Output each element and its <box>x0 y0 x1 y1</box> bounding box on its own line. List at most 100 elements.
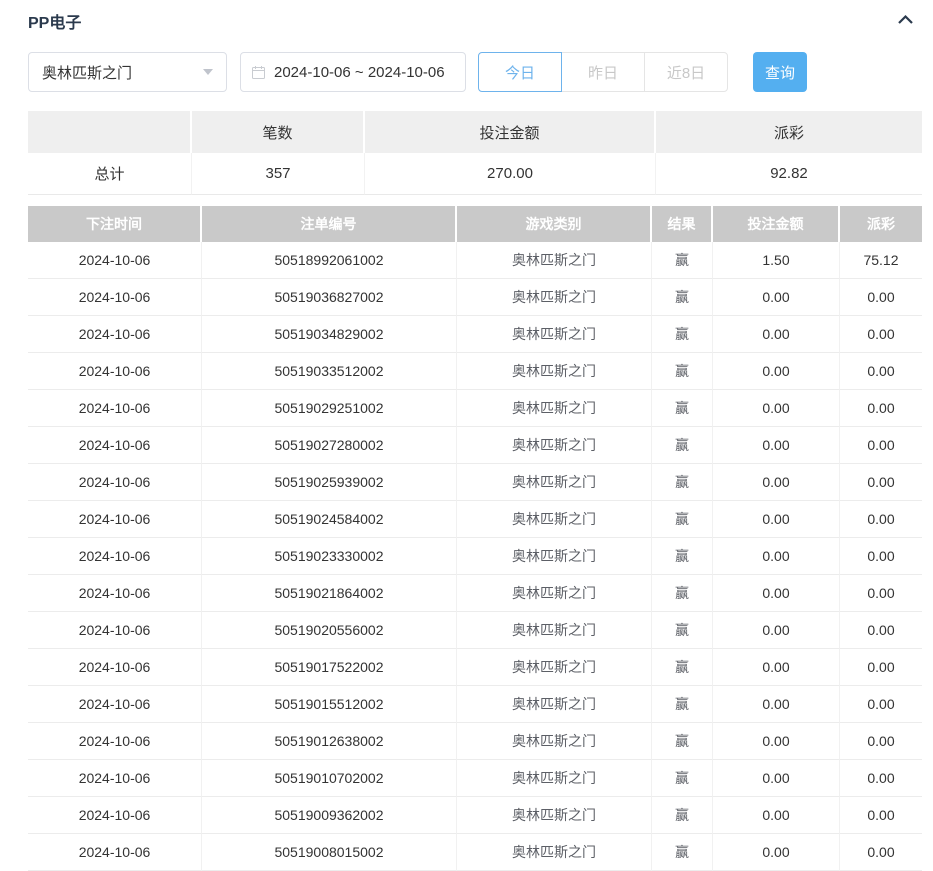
bet-amount-cell: 0.00 <box>713 427 840 464</box>
col-header-result: 结果 <box>652 206 713 242</box>
summary-header-count: 笔数 <box>192 111 365 153</box>
game-type-cell: 奥林匹斯之门 <box>457 760 652 797</box>
pp-games-panel: PP电子 奥林匹斯之门 2024-10-06 ~ 2024-10-06 <box>0 0 933 871</box>
payout-cell: 0.00 <box>840 279 922 316</box>
bet-time-cell: 2024-10-06 <box>28 723 202 760</box>
col-header-order-no: 注单编号 <box>202 206 457 242</box>
bet-amount-cell: 0.00 <box>713 760 840 797</box>
table-row: 2024-10-0650519036827002奥林匹斯之门赢0.000.00 <box>28 279 922 316</box>
bet-amount-cell: 0.00 <box>713 390 840 427</box>
summary-total-payout: 92.82 <box>656 153 922 195</box>
result-cell: 赢 <box>652 242 713 279</box>
game-type-cell: 奥林匹斯之门 <box>457 353 652 390</box>
summary-header-empty <box>28 111 192 153</box>
col-header-payout: 派彩 <box>840 206 922 242</box>
table-row: 2024-10-0650519021864002奥林匹斯之门赢0.000.00 <box>28 575 922 612</box>
game-select-value: 奥林匹斯之门 <box>42 62 132 83</box>
bet-table-header-row: 下注时间 注单编号 游戏类别 结果 投注金额 派彩 <box>28 206 922 242</box>
summary-total-row: 总计 357 270.00 92.82 <box>28 153 922 195</box>
table-row: 2024-10-0650519008015002奥林匹斯之门赢0.000.00 <box>28 834 922 871</box>
result-cell: 赢 <box>652 723 713 760</box>
order-no-cell: 50519023330002 <box>202 538 457 575</box>
bet-amount-cell: 0.00 <box>713 723 840 760</box>
bet-amount-cell: 0.00 <box>713 575 840 612</box>
order-no-cell: 50519010702002 <box>202 760 457 797</box>
table-row: 2024-10-0650519034829002奥林匹斯之门赢0.000.00 <box>28 316 922 353</box>
bet-time-cell: 2024-10-06 <box>28 501 202 538</box>
game-type-cell: 奥林匹斯之门 <box>457 723 652 760</box>
summary-total-bet-amount: 270.00 <box>365 153 656 195</box>
game-type-cell: 奥林匹斯之门 <box>457 686 652 723</box>
game-type-cell: 奥林匹斯之门 <box>457 649 652 686</box>
panel-header: PP电子 <box>28 8 922 34</box>
summary-table: 笔数 投注金额 派彩 总计 357 270.00 92.82 <box>28 111 922 195</box>
order-no-cell: 50519020556002 <box>202 612 457 649</box>
table-row: 2024-10-0650519015512002奥林匹斯之门赢0.000.00 <box>28 686 922 723</box>
payout-cell: 0.00 <box>840 316 922 353</box>
game-type-cell: 奥林匹斯之门 <box>457 390 652 427</box>
order-no-cell: 50519017522002 <box>202 649 457 686</box>
result-cell: 赢 <box>652 834 713 871</box>
bet-time-cell: 2024-10-06 <box>28 242 202 279</box>
game-type-cell: 奥林匹斯之门 <box>457 538 652 575</box>
table-row: 2024-10-0650519012638002奥林匹斯之门赢0.000.00 <box>28 723 922 760</box>
col-header-bet-amount: 投注金额 <box>713 206 840 242</box>
result-cell: 赢 <box>652 649 713 686</box>
bet-time-cell: 2024-10-06 <box>28 390 202 427</box>
table-row: 2024-10-0650519033512002奥林匹斯之门赢0.000.00 <box>28 353 922 390</box>
date-range-input[interactable]: 2024-10-06 ~ 2024-10-06 <box>240 52 466 92</box>
order-no-cell: 50519029251002 <box>202 390 457 427</box>
order-no-cell: 50518992061002 <box>202 242 457 279</box>
summary-total-label: 总计 <box>28 153 192 195</box>
game-select[interactable]: 奥林匹斯之门 <box>28 52 227 92</box>
payout-cell: 0.00 <box>840 464 922 501</box>
bet-records-table: 下注时间 注单编号 游戏类别 结果 投注金额 派彩 2024-10-065051… <box>28 206 922 871</box>
today-button[interactable]: 今日 <box>478 52 562 92</box>
result-cell: 赢 <box>652 797 713 834</box>
result-cell: 赢 <box>652 686 713 723</box>
yesterday-button[interactable]: 昨日 <box>561 52 645 92</box>
last-8-days-button[interactable]: 近8日 <box>644 52 728 92</box>
order-no-cell: 50519021864002 <box>202 575 457 612</box>
payout-cell: 75.12 <box>840 242 922 279</box>
bet-time-cell: 2024-10-06 <box>28 538 202 575</box>
payout-cell: 0.00 <box>840 797 922 834</box>
result-cell: 赢 <box>652 612 713 649</box>
bet-time-cell: 2024-10-06 <box>28 797 202 834</box>
bet-amount-cell: 0.00 <box>713 279 840 316</box>
game-type-cell: 奥林匹斯之门 <box>457 316 652 353</box>
order-no-cell: 50519009362002 <box>202 797 457 834</box>
bet-amount-cell: 0.00 <box>713 797 840 834</box>
payout-cell: 0.00 <box>840 501 922 538</box>
result-cell: 赢 <box>652 464 713 501</box>
summary-header-payout: 派彩 <box>656 111 922 153</box>
result-cell: 赢 <box>652 575 713 612</box>
table-row: 2024-10-0650519023330002奥林匹斯之门赢0.000.00 <box>28 538 922 575</box>
table-row: 2024-10-0650519029251002奥林匹斯之门赢0.000.00 <box>28 390 922 427</box>
table-row: 2024-10-0650519025939002奥林匹斯之门赢0.000.00 <box>28 464 922 501</box>
bet-time-cell: 2024-10-06 <box>28 575 202 612</box>
game-type-cell: 奥林匹斯之门 <box>457 575 652 612</box>
table-row: 2024-10-0650519024584002奥林匹斯之门赢0.000.00 <box>28 501 922 538</box>
game-type-cell: 奥林匹斯之门 <box>457 427 652 464</box>
search-button[interactable]: 查询 <box>753 52 807 92</box>
game-type-cell: 奥林匹斯之门 <box>457 834 652 871</box>
col-header-bet-time: 下注时间 <box>28 206 202 242</box>
bet-time-cell: 2024-10-06 <box>28 760 202 797</box>
bet-amount-cell: 0.00 <box>713 538 840 575</box>
result-cell: 赢 <box>652 501 713 538</box>
page-title: PP电子 <box>28 9 81 33</box>
bet-amount-cell: 0.00 <box>713 501 840 538</box>
collapse-panel-button[interactable] <box>897 12 914 30</box>
bet-time-cell: 2024-10-06 <box>28 686 202 723</box>
table-row: 2024-10-0650518992061002奥林匹斯之门赢1.5075.12 <box>28 242 922 279</box>
bet-amount-cell: 0.00 <box>713 612 840 649</box>
chevron-up-icon <box>897 12 914 30</box>
payout-cell: 0.00 <box>840 390 922 427</box>
game-type-cell: 奥林匹斯之门 <box>457 279 652 316</box>
summary-header-bet-amount: 投注金额 <box>365 111 656 153</box>
payout-cell: 0.00 <box>840 538 922 575</box>
order-no-cell: 50519008015002 <box>202 834 457 871</box>
payout-cell: 0.00 <box>840 612 922 649</box>
payout-cell: 0.00 <box>840 353 922 390</box>
